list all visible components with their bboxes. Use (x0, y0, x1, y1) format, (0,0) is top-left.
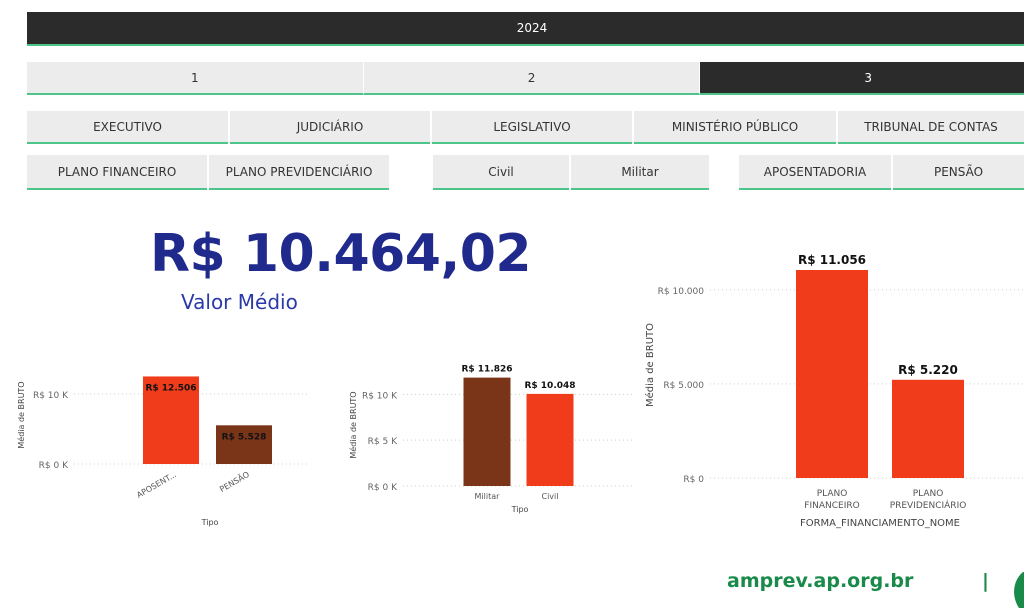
slicer-aposentadoria[interactable]: APOSENTADORIA (739, 155, 891, 190)
tab-2-label: 2 (527, 70, 536, 85)
y-axis-label: Média de BRUTO (348, 391, 358, 458)
slicer-civil[interactable]: Civil (433, 155, 569, 190)
bar (892, 379, 964, 478)
data-label: R$ 10.048 (524, 381, 575, 391)
y-tick-label: R$ 10.000 (658, 287, 705, 297)
data-label: R$ 11.826 (461, 365, 512, 375)
slicer-aposentadoria-label: APOSENTADORIA (763, 164, 867, 179)
slicer-ministerio-publico[interactable]: MINISTÉRIO PÚBLICO (634, 111, 836, 144)
logo-leaf-icon (1014, 572, 1024, 608)
slicer-judiciario-label: JUDICIÁRIO (296, 119, 364, 134)
x-tick-label: PLANO (817, 489, 848, 499)
slicer-militar[interactable]: Militar (571, 155, 709, 190)
y-tick-label: R$ 10 K (33, 391, 69, 401)
slicer-plano-financeiro-label: PLANO FINANCEIRO (57, 164, 177, 179)
x-axis-label: FORMA_FINANCIAMENTO_NOME (800, 518, 960, 529)
slicer-militar-label: Militar (621, 164, 659, 179)
data-label: R$ 5.220 (898, 363, 958, 377)
slicer-pensao-label: PENSÃO (933, 164, 984, 179)
footer-separator: | (982, 570, 989, 592)
chart-forma-financiamento: R$ 0 R$ 5.000 R$ 10.000 Média de BRUTO R$ 11… (644, 253, 1024, 529)
x-tick-label: FINANCEIRO (804, 501, 859, 511)
x-tick-label: APOSENT... (135, 470, 178, 500)
kpi-label: Valor Médio (181, 290, 298, 314)
slicer-executivo-label: EXECUTIVO (93, 119, 162, 134)
x-tick-label: Militar (475, 492, 501, 501)
slicer-civil-label: Civil (488, 164, 514, 179)
slicer-legislativo-label: LEGISLATIVO (493, 119, 571, 134)
tab-1-label: 1 (191, 70, 199, 85)
slicer-plano-financeiro[interactable]: PLANO FINANCEIRO (27, 155, 207, 190)
slicer-tribunal-de-contas-label: TRIBUNAL DE CONTAS (864, 119, 998, 134)
kpi-value: R$ 10.464,02 (150, 224, 532, 284)
chart-tipo-beneficio: R$ 0 K R$ 10 K Média de BRUTO R$ 12.506 APOS… (16, 376, 309, 527)
y-tick-label: R$ 0 K (39, 461, 69, 471)
x-tick-label: Civil (542, 492, 559, 501)
x-tick-label: PREVIDENCIÁRIO (890, 499, 967, 511)
data-label: R$ 11.056 (798, 253, 866, 267)
y-axis-label: Média de BRUTO (16, 381, 26, 448)
y-tick-label: R$ 0 (683, 475, 704, 485)
bar (463, 377, 511, 486)
y-tick-label: R$ 10 K (362, 391, 398, 401)
bar (526, 393, 574, 486)
tab-3[interactable]: 3 (700, 62, 1024, 95)
y-axis-label: Média de BRUTO (644, 323, 656, 407)
tab-1[interactable]: 1 (27, 62, 364, 95)
x-tick-label: PENSÃO (218, 469, 251, 494)
slicer-executivo[interactable]: EXECUTIVO (27, 111, 228, 144)
year-label: 2024 (516, 21, 548, 35)
chart-tipo-servidor: R$ 0 K R$ 5 K R$ 10 K Média de BRUTO R$ 11.8… (348, 365, 633, 514)
bar (216, 425, 272, 464)
y-tick-label: R$ 5.000 (663, 381, 704, 391)
x-tick-label: PLANO (913, 489, 944, 499)
slicer-pensao[interactable]: PENSÃO (893, 155, 1024, 190)
slicer-plano-previdenciario[interactable]: PLANO PREVIDENCIÁRIO (209, 155, 389, 190)
tab-3-label: 3 (864, 70, 872, 85)
data-label: R$ 12.506 (145, 383, 196, 393)
data-label: R$ 5.528 (222, 432, 267, 442)
slicer-tribunal-de-contas[interactable]: TRIBUNAL DE CONTAS (838, 111, 1024, 144)
x-axis-label: Tipo (511, 505, 529, 514)
slicer-ministerio-publico-label: MINISTÉRIO PÚBLICO (671, 119, 799, 134)
footer-url[interactable]: amprev.ap.org.br (727, 570, 913, 592)
period-tabs: 1 2 3 (27, 62, 1024, 95)
y-tick-label: R$ 5 K (368, 437, 398, 447)
x-axis-label: Tipo (201, 518, 219, 527)
y-tick-label: R$ 0 K (368, 483, 398, 493)
year-selector[interactable]: 2024 (27, 12, 1024, 46)
slicer-judiciario[interactable]: JUDICIÁRIO (230, 111, 430, 144)
tab-2[interactable]: 2 (363, 62, 701, 95)
slicer-legislativo[interactable]: LEGISLATIVO (432, 111, 632, 144)
slicer-plano-previdenciario-label: PLANO PREVIDENCIÁRIO (225, 164, 373, 179)
bar (796, 270, 868, 478)
